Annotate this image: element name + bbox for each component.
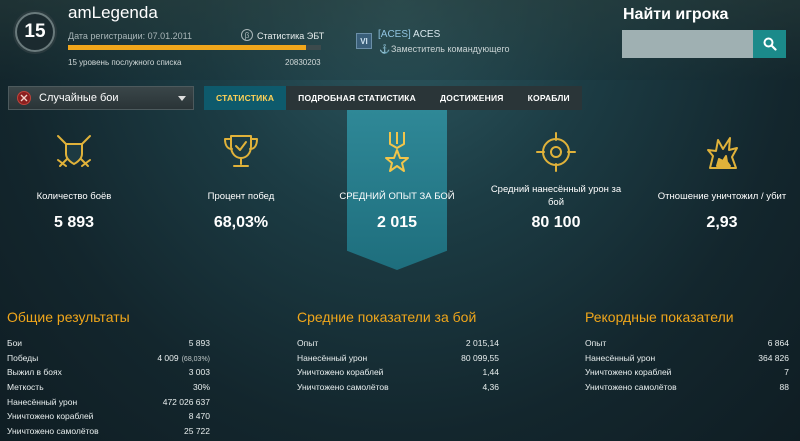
search-icon	[763, 37, 777, 51]
stat-label: Средний нанесённый урон за бой	[490, 184, 622, 208]
clan-name: ACES	[413, 29, 441, 40]
chevron-down-icon	[178, 95, 186, 101]
tab-achievements[interactable]: ДОСТИЖЕНИЯ	[428, 86, 516, 110]
general-results-section: Общие результаты Бои 5 893 Победы 4 009 (68…	[7, 309, 210, 438]
service-record-progress-fill	[68, 45, 306, 50]
ebt-stats-link[interactable]: Статистика ЭБТ	[257, 31, 324, 41]
table-row: Победы 4 009 (68,03%)	[7, 352, 210, 363]
tab-detailed-statistics[interactable]: ПОДРОБНАЯ СТАТИСТИКА	[286, 86, 429, 110]
level-badge: 15	[15, 12, 55, 52]
table-row: Нанесённый урон 80 099,55	[297, 352, 499, 363]
records-section: Рекордные показатели Опыт 6 864 Нанесённы…	[585, 309, 789, 394]
stat-kill-death-ratio: Отношение уничтожил / убит 2,93	[652, 130, 792, 232]
clan-emblem-icon: VI	[356, 33, 372, 49]
service-record-progress	[68, 45, 321, 50]
section-title: Средние показатели за бой	[297, 309, 477, 325]
stat-average-damage: Средний нанесённый урон за бой 80 100	[486, 130, 626, 232]
table-row: Уничтожено самолётов 25 722	[7, 425, 210, 436]
stats-tabs: СТАТИСТИКА ПОДРОБНАЯ СТАТИСТИКА ДОСТИЖЕН…	[204, 86, 582, 110]
player-name: amLegenda	[68, 3, 158, 22]
medal-star-icon	[385, 132, 409, 172]
stat-value: 68,03%	[213, 214, 269, 231]
random-battle-icon	[17, 91, 31, 105]
table-row: Меткость 30%	[7, 382, 210, 393]
registration-date: Дата регистрации: 07.01.2011	[68, 31, 192, 41]
table-row: Опыт 6 864	[585, 338, 789, 349]
anchor-icon: ⚓	[379, 44, 391, 54]
clan-tag: [ACES]	[378, 29, 411, 40]
explosion-icon	[707, 137, 738, 169]
table-row: Нанесённый урон 472 026 637	[7, 396, 210, 407]
battle-mode-select[interactable]: Случайные бои	[8, 86, 194, 110]
stat-label: СРЕДНИЙ ОПЫТ ЗА БОЙ	[339, 190, 455, 202]
table-row: Выжил в боях 3 003	[7, 367, 210, 378]
average-per-battle-section: Средние показатели за бой Опыт 2 015,14 Н…	[297, 309, 499, 394]
stat-win-rate: Процент побед 68,03%	[171, 130, 311, 232]
stat-label: Процент побед	[207, 190, 275, 202]
service-record-level: 15 уровень послужного списка	[68, 58, 182, 67]
section-title: Общие результаты	[7, 309, 130, 325]
table-row: Бои 5 893	[7, 338, 210, 349]
player-search-input[interactable]	[622, 30, 753, 58]
stat-label: Отношение уничтожил / убит	[657, 190, 787, 202]
table-row: Нанесённый урон 364 826	[585, 352, 789, 363]
trophy-cup-icon	[224, 135, 258, 167]
table-row: Уничтожено кораблей 1,44	[297, 367, 499, 378]
clan-role: Заместитель командующего	[391, 44, 510, 54]
beta-icon: β	[241, 29, 253, 41]
stat-value: 2 015	[376, 214, 418, 231]
table-row: Уничтожено самолётов 88	[585, 382, 789, 393]
service-record-points: 20830203	[285, 58, 321, 67]
battle-mode-label: Случайные бои	[39, 92, 119, 104]
crosshair-icon	[536, 132, 576, 172]
swords-shield-icon	[57, 135, 91, 167]
search-button[interactable]	[753, 30, 786, 58]
section-title: Рекордные показатели	[585, 309, 734, 325]
stat-value: 5 893	[53, 214, 95, 231]
stat-value: 2,93	[706, 214, 738, 231]
table-row: Уничтожено кораблей 7	[585, 367, 789, 378]
stat-value: 80 100	[531, 214, 581, 231]
stat-label: Количество боёв	[36, 190, 112, 202]
table-row: Уничтожено кораблей 8 470	[7, 411, 210, 422]
stat-battles: Количество боёв 5 893	[4, 130, 144, 232]
stat-average-xp: СРЕДНИЙ ОПЫТ ЗА БОЙ 2 015	[327, 130, 467, 232]
find-player-title: Найти игрока	[623, 6, 729, 23]
clan-link[interactable]: [ACES] ACES	[378, 29, 440, 40]
table-row: Опыт 2 015,14	[297, 338, 499, 349]
tab-ships[interactable]: КОРАБЛИ	[515, 86, 582, 110]
table-row: Уничтожено самолётов 4,36	[297, 382, 499, 393]
tab-statistics[interactable]: СТАТИСТИКА	[204, 86, 287, 110]
